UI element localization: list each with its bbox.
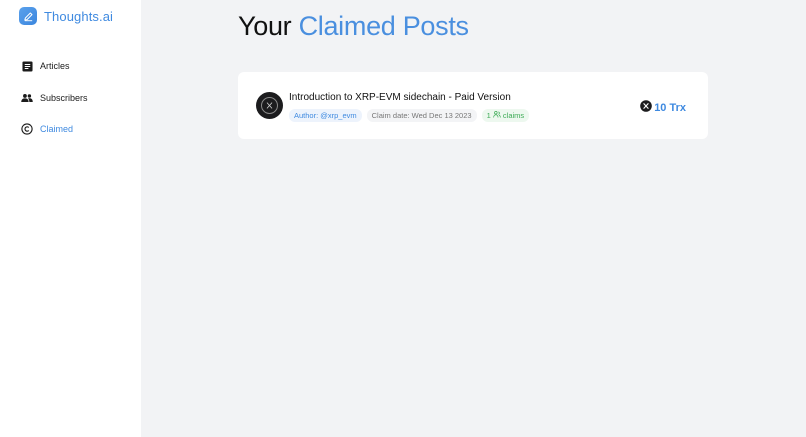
post-price: 10 Trx [640, 99, 686, 117]
sidebar-item-subscribers[interactable]: Subscribers [21, 90, 88, 106]
sidebar: Thoughts.ai Articles Subscribers Claimed [0, 0, 141, 437]
pen-icon [19, 7, 37, 25]
people-icon [493, 111, 503, 120]
sidebar-item-label: Claimed [40, 124, 74, 134]
claims-count: 1 [486, 111, 491, 120]
price-label: 10 Trx [654, 102, 686, 114]
article-icon [21, 60, 33, 72]
sidebar-nav: Articles Subscribers Claimed [21, 58, 88, 153]
sidebar-item-articles[interactable]: Articles [21, 58, 88, 74]
claim-date-badge: Claim date: Wed Dec 13 2023 [366, 109, 477, 122]
page-title-highlight: Claimed Posts [298, 11, 469, 41]
claims-badge: 1 claims [481, 109, 530, 122]
sidebar-item-claimed[interactable]: Claimed [21, 121, 88, 137]
sidebar-item-label: Subscribers [40, 92, 88, 103]
page-title: Your Claimed Posts [238, 11, 469, 42]
brand[interactable]: Thoughts.ai [19, 7, 113, 25]
post-meta: Author: @xrp_evm Claim date: Wed Dec 13 … [289, 109, 530, 122]
people-icon [21, 92, 33, 104]
brand-name: Thoughts.ai [44, 8, 114, 24]
post-title[interactable]: Introduction to XRP-EVM sidechain - Paid… [289, 92, 511, 103]
page-title-prefix: Your [238, 11, 292, 41]
xrp-logo-icon [256, 92, 283, 119]
copyright-icon [21, 123, 33, 135]
claims-label: claims [502, 111, 525, 120]
claimed-post-card[interactable]: Introduction to XRP-EVM sidechain - Paid… [238, 72, 708, 139]
xrp-coin-icon [640, 99, 652, 117]
author-badge[interactable]: Author: @xrp_evm [289, 109, 362, 122]
sidebar-item-label: Articles [40, 61, 70, 71]
